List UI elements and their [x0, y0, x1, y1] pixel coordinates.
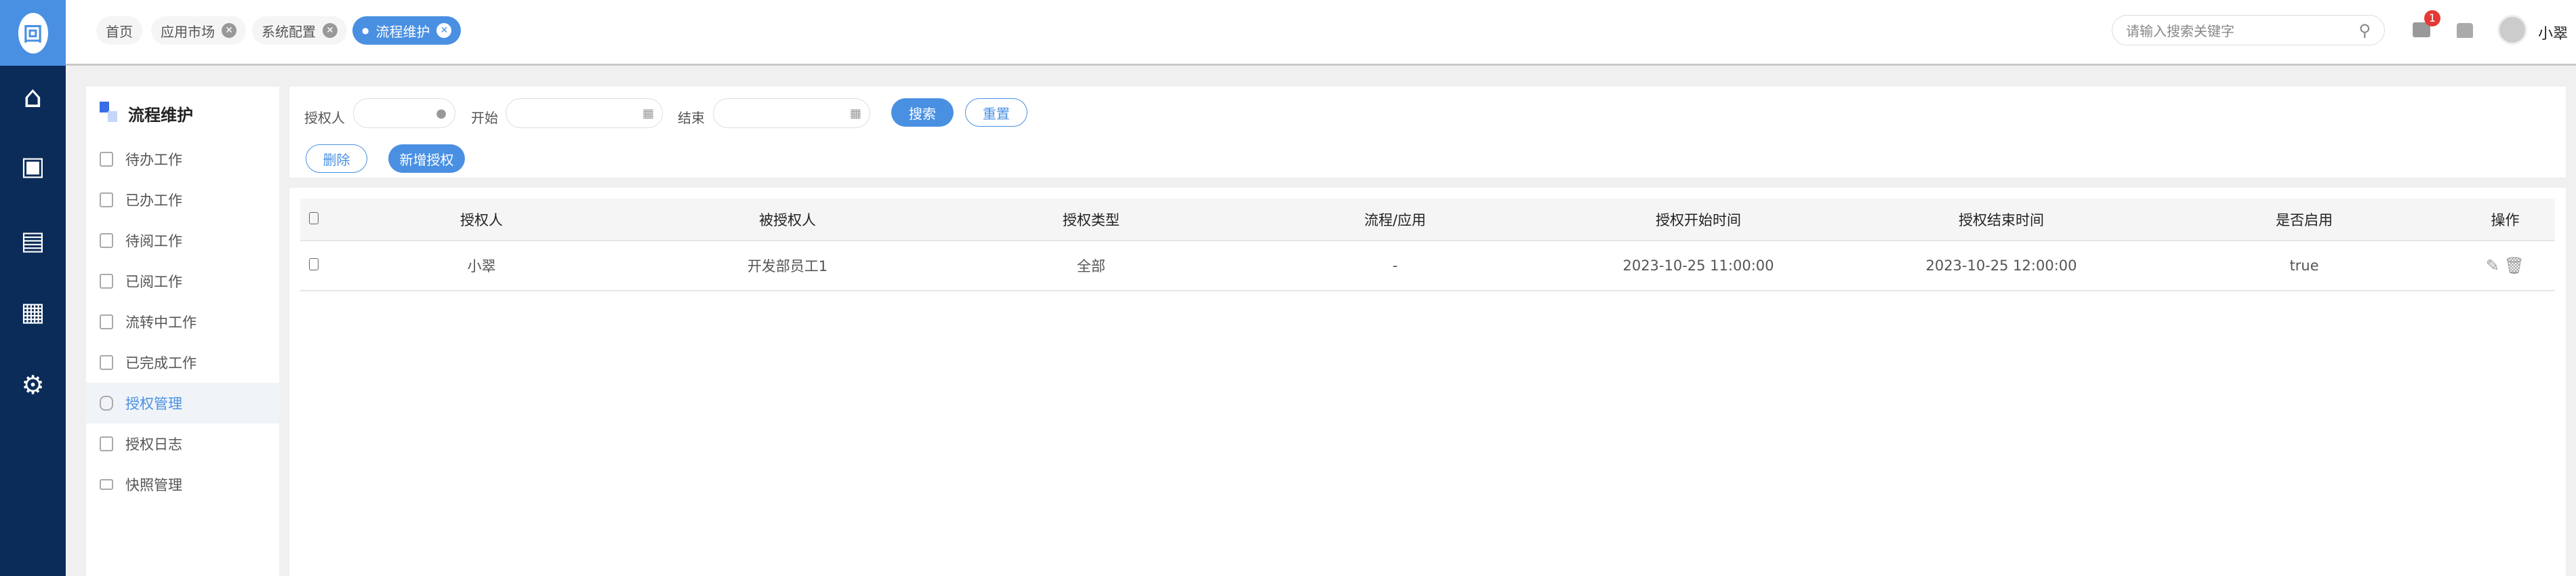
- start-date-input[interactable]: ▦: [506, 98, 663, 128]
- shield-check-icon: [100, 396, 113, 411]
- grantor-label: 授权人: [304, 110, 345, 126]
- col-grantor: 授权人: [327, 199, 636, 241]
- process-icon: [100, 102, 120, 122]
- col-end-time: 授权结束时间: [1849, 199, 2153, 241]
- tab-label: 流程维护: [375, 23, 430, 40]
- menu-item-authorization[interactable]: 授权管理: [86, 383, 279, 424]
- menu-item-snapshot[interactable]: 快照管理: [86, 464, 279, 505]
- grantor-input[interactable]: ●: [353, 98, 455, 128]
- theme-shirt-icon[interactable]: [2457, 23, 2473, 38]
- delete-button[interactable]: 删除: [306, 144, 367, 173]
- search-input[interactable]: 请输入搜索关键字 ⚲: [2112, 15, 2385, 45]
- tab-process-maintenance[interactable]: ● 流程维护 ✕: [352, 16, 462, 45]
- edit-icon[interactable]: ✎: [2486, 256, 2499, 275]
- user-icon: ●: [436, 106, 447, 121]
- checklist-icon: [100, 152, 113, 167]
- col-actions: 操作: [2455, 199, 2555, 241]
- username[interactable]: 小翠: [2538, 22, 2568, 43]
- reset-button[interactable]: 重置: [965, 98, 1027, 127]
- cell-end-time: 2023-10-25 12:00:00: [1849, 241, 2153, 291]
- close-icon[interactable]: ✕: [222, 23, 237, 38]
- close-icon[interactable]: ✕: [323, 23, 338, 38]
- menu-item-todo[interactable]: 待办工作: [86, 139, 279, 180]
- app-sidebar: 回 ⌂ ▣ ▤ ▦ ⚙: [0, 0, 66, 576]
- calendar-icon: ▦: [642, 106, 654, 121]
- menu-item-label: 流转中工作: [125, 314, 197, 331]
- notification-badge: 1: [2424, 10, 2440, 26]
- logo-icon: 回: [18, 12, 48, 54]
- avatar[interactable]: [2497, 15, 2527, 45]
- cell-enabled: true: [2153, 241, 2455, 291]
- menu-item-label: 已办工作: [125, 192, 182, 209]
- col-process: 流程/应用: [1243, 199, 1547, 241]
- end-date-input[interactable]: ▦: [713, 98, 870, 128]
- tab-system-config[interactable]: 系统配置 ✕: [252, 16, 347, 45]
- search-icon[interactable]: ⚲: [2358, 21, 2371, 40]
- cell-grantee: 开发部员工1: [636, 241, 939, 291]
- close-icon[interactable]: ✕: [436, 23, 452, 38]
- desktop-user-icon[interactable]: ▣: [0, 146, 66, 186]
- select-all-checkbox[interactable]: [300, 199, 327, 241]
- row-checkbox[interactable]: [300, 241, 327, 291]
- cell-process: -: [1243, 241, 1547, 291]
- edit-log-icon: [100, 436, 113, 451]
- camera-icon: [100, 479, 113, 490]
- trash-icon[interactable]: 🗑: [2504, 256, 2524, 275]
- table-header-row: 授权人 被授权人 授权类型 流程/应用 授权开始时间 授权结束时间 是否启用 操…: [300, 199, 2555, 241]
- menu-item-label: 待办工作: [125, 152, 182, 168]
- menu-item-label: 已完成工作: [125, 355, 197, 371]
- calendar-icon[interactable]: ▦: [0, 291, 66, 332]
- logo[interactable]: 回: [0, 0, 66, 66]
- menu-item-label: 授权日志: [125, 436, 182, 453]
- cell-auth-type: 全部: [939, 241, 1243, 291]
- col-grantee: 被授权人: [636, 199, 939, 241]
- cell-grantor: 小翠: [327, 241, 636, 291]
- menu-item-completed[interactable]: 已完成工作: [86, 342, 279, 383]
- document-flow-icon: [100, 314, 113, 329]
- document-read-icon: [100, 274, 113, 289]
- menu-item-label: 待阅工作: [125, 233, 182, 249]
- user-settings-icon[interactable]: ⚙: [0, 365, 66, 405]
- menu-item-label: 授权管理: [125, 396, 182, 412]
- menu-item-read[interactable]: 已阅工作: [86, 261, 279, 302]
- search-button[interactable]: 搜索: [891, 98, 954, 127]
- left-menu: 流程维护 待办工作 已办工作 待阅工作 已阅工作 流转中工作 已完成工作 授权管…: [86, 87, 279, 576]
- table-row: 小翠 开发部员工1 全部 - 2023-10-25 11:00:00 2023-…: [300, 241, 2555, 291]
- tab-home[interactable]: 首页: [96, 16, 142, 45]
- filter-panel: 授权人 ● 开始 ▦ 结束 ▦ 搜索 重置 删除 新增授权: [289, 87, 2566, 178]
- news-icon[interactable]: ▤: [0, 220, 66, 261]
- table-panel: 授权人 被授权人 授权类型 流程/应用 授权开始时间 授权结束时间 是否启用 操…: [289, 188, 2566, 576]
- col-auth-type: 授权类型: [939, 199, 1243, 241]
- document-check-icon: [100, 192, 113, 207]
- menu-item-to-read[interactable]: 待阅工作: [86, 220, 279, 261]
- home-icon[interactable]: ⌂: [0, 77, 66, 117]
- menu-item-label: 已阅工作: [125, 274, 182, 290]
- cell-actions: ✎ 🗑: [2455, 241, 2555, 291]
- calendar-icon: ▦: [849, 106, 861, 121]
- menu-item-done[interactable]: 已办工作: [86, 180, 279, 220]
- menu-title: 流程维护: [128, 106, 193, 125]
- tab-label: 首页: [106, 23, 133, 40]
- top-bar: 首页 应用市场 ✕ 系统配置 ✕ ● 流程维护 ✕ 请输入搜索关键字 ⚲ 1 小翠: [66, 0, 2576, 66]
- col-start-time: 授权开始时间: [1547, 199, 1849, 241]
- active-dot-icon: ●: [362, 26, 369, 35]
- tab-label: 系统配置: [262, 23, 316, 40]
- tab-label: 应用市场: [161, 23, 215, 40]
- search-placeholder: 请输入搜索关键字: [2126, 23, 2234, 39]
- start-label: 开始: [471, 110, 498, 126]
- cell-start-time: 2023-10-25 11:00:00: [1547, 241, 1849, 291]
- add-authorization-button[interactable]: 新增授权: [388, 144, 465, 173]
- menu-item-in-progress[interactable]: 流转中工作: [86, 302, 279, 342]
- menu-item-auth-log[interactable]: 授权日志: [86, 424, 279, 464]
- menu-item-label: 快照管理: [125, 477, 182, 493]
- tab-app-market[interactable]: 应用市场 ✕: [151, 16, 246, 45]
- completed-icon: [100, 355, 113, 370]
- col-enabled: 是否启用: [2153, 199, 2455, 241]
- authorization-table: 授权人 被授权人 授权类型 流程/应用 授权开始时间 授权结束时间 是否启用 操…: [300, 199, 2555, 291]
- list-icon: [100, 233, 113, 248]
- end-label: 结束: [678, 110, 705, 126]
